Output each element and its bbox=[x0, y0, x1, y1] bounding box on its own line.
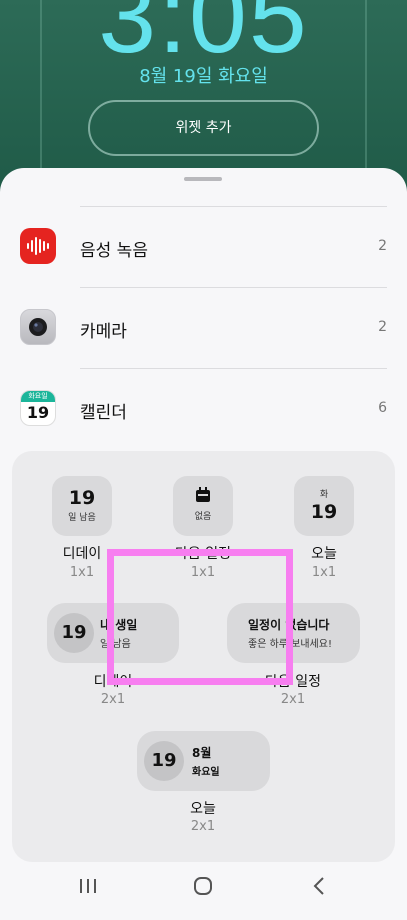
app-name: 캘린더 bbox=[80, 403, 127, 423]
home-icon[interactable] bbox=[181, 866, 225, 906]
app-row-voice-recorder[interactable]: 음성 녹음 2 bbox=[0, 206, 407, 286]
app-row-camera[interactable]: 카메라 2 bbox=[0, 287, 407, 367]
widget-size: 2x1 bbox=[280, 692, 306, 707]
widget-preview-dday-1x1[interactable]: 19 일 남음 bbox=[52, 476, 112, 536]
widget-preview-sub: 없음 bbox=[194, 512, 212, 522]
widget-preview-next-event-1x1[interactable]: 없음 bbox=[173, 476, 233, 536]
widget-count: 6 bbox=[378, 400, 387, 416]
widget-preview-number: 19 bbox=[310, 501, 338, 523]
widget-name: 오늘 bbox=[190, 801, 216, 817]
widget-preview-top: 화 bbox=[319, 490, 329, 500]
app-row-calendar[interactable]: 화요일 19 캘린더 6 bbox=[0, 368, 407, 448]
widget-preview-date-circle: 19 bbox=[144, 741, 184, 781]
widget-picker-sheet: 음성 녹음 2 카메라 2 화요일 19 캘린더 6 19 일 남음 디데이 1… bbox=[0, 168, 407, 920]
lockscreen-date: 8월 19일 화요일 bbox=[139, 66, 268, 87]
recents-icon[interactable] bbox=[66, 866, 110, 906]
widget-preview-sub: 일 남음 bbox=[68, 513, 96, 523]
widget-count: 2 bbox=[378, 238, 387, 254]
widget-preview-day: 화요일 bbox=[192, 767, 220, 778]
app-name: 카메라 bbox=[80, 322, 127, 342]
widget-count: 2 bbox=[378, 319, 387, 335]
back-icon[interactable] bbox=[297, 866, 341, 906]
widget-preview-date-circle: 19 bbox=[54, 613, 94, 653]
calendar-icon-day: 화요일 bbox=[21, 391, 55, 402]
app-name: 음성 녹음 bbox=[80, 241, 148, 261]
widget-preview-today-1x1[interactable]: 화 19 bbox=[294, 476, 354, 536]
add-widget-button[interactable]: 위젯 추가 bbox=[88, 100, 319, 156]
widget-size: 2x1 bbox=[190, 819, 216, 834]
widget-size: 2x1 bbox=[100, 692, 126, 707]
selected-widget-highlight bbox=[107, 549, 293, 685]
calendar-icon-date: 19 bbox=[26, 403, 50, 422]
voice-recorder-icon bbox=[20, 228, 56, 264]
widget-preview-today-2x1[interactable]: 19 8월 화요일 bbox=[137, 731, 270, 791]
navigation-bar bbox=[0, 866, 407, 910]
widget-preview-number: 19 bbox=[68, 487, 96, 509]
widget-preview-month: 8월 bbox=[192, 746, 212, 760]
calendar-event-icon bbox=[173, 487, 233, 505]
camera-icon bbox=[20, 309, 56, 345]
calendar-icon: 화요일 19 bbox=[20, 390, 56, 426]
sheet-drag-handle[interactable] bbox=[184, 177, 222, 181]
